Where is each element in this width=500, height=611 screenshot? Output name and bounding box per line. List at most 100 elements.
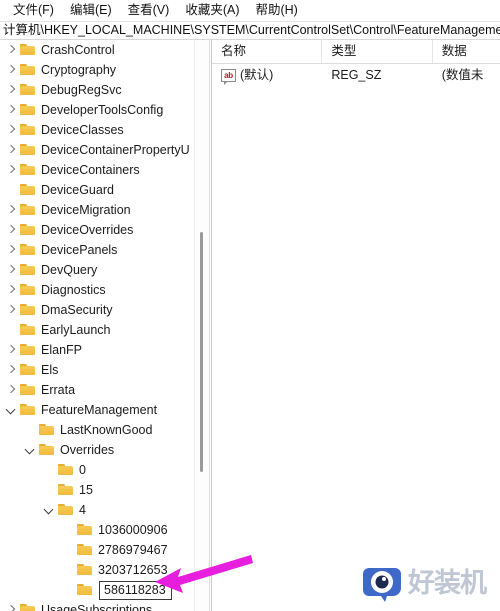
registry-tree[interactable]: CrashControl Cryptography DebugRegSvc Devel… xyxy=(0,40,196,611)
tree-item-2786979467[interactable]: 2786979467 xyxy=(0,540,196,560)
registry-values-pane: 名称 类型 数据 ab (默认) REG_SZ (数值未 xyxy=(211,40,500,611)
chevron-right-icon[interactable] xyxy=(4,280,19,300)
folder-icon xyxy=(19,163,36,177)
menu-bar: 文件(F) 编辑(E) 查看(V) 收藏夹(A) 帮助(H) xyxy=(0,0,500,21)
tree-item-label: Els xyxy=(41,362,59,377)
folder-icon xyxy=(19,283,36,297)
registry-tree-pane: CrashControl Cryptography DebugRegSvc Devel… xyxy=(0,40,210,611)
tree-item-diagnostics[interactable]: Diagnostics xyxy=(0,280,196,300)
tree-item-devicecontainerpropertyu[interactable]: DeviceContainerPropertyU xyxy=(0,140,196,160)
menu-edit[interactable]: 编辑(E) xyxy=(63,1,119,20)
tree-item-label: Diagnostics xyxy=(41,282,106,297)
tree-item-label: LastKnownGood xyxy=(60,422,153,437)
chevron-right-icon[interactable] xyxy=(4,40,19,60)
tree-item-devicecontainers[interactable]: DeviceContainers xyxy=(0,160,196,180)
tree-item-featuremanagement[interactable]: FeatureManagement xyxy=(0,400,196,420)
table-row[interactable]: ab (默认) REG_SZ (数值未 xyxy=(212,64,500,86)
folder-icon xyxy=(19,323,36,337)
value-name-cell[interactable]: ab (默认) xyxy=(212,65,322,85)
chevron-right-icon[interactable] xyxy=(4,340,19,360)
tree-item-label: DebugRegSvc xyxy=(41,82,122,97)
tree-item-deviceoverrides[interactable]: DeviceOverrides xyxy=(0,220,196,240)
column-header-type[interactable]: 类型 xyxy=(322,40,433,63)
tree-item-3203712653[interactable]: 3203712653 xyxy=(0,560,196,580)
tree-item-4[interactable]: 4 xyxy=(0,500,196,520)
tree-item-devicemigration[interactable]: DeviceMigration xyxy=(0,200,196,220)
chevron-right-icon[interactable] xyxy=(4,360,19,380)
chevron-right-icon[interactable] xyxy=(4,120,19,140)
chevron-right-icon[interactable] xyxy=(4,300,19,320)
column-header-data[interactable]: 数据 xyxy=(433,40,500,63)
folder-icon xyxy=(19,223,36,237)
tree-vertical-scrollbar[interactable] xyxy=(194,40,208,611)
tree-item-earlylaunch[interactable]: EarlyLaunch xyxy=(0,320,196,340)
tree-item-1036000906[interactable]: 1036000906 xyxy=(0,520,196,540)
folder-icon xyxy=(19,143,36,157)
tree-item-dmasecurity[interactable]: DmaSecurity xyxy=(0,300,196,320)
tree-scrollbar-thumb[interactable] xyxy=(200,232,203,472)
folder-icon xyxy=(19,183,36,197)
tree-item-label: Overrides xyxy=(60,442,115,457)
chevron-right-icon[interactable] xyxy=(4,240,19,260)
chevron-right-icon[interactable] xyxy=(4,380,19,400)
values-column-headers: 名称 类型 数据 xyxy=(212,40,500,64)
tree-item-developertoolsconfig[interactable]: DeveloperToolsConfig xyxy=(0,100,196,120)
chevron-down-icon[interactable] xyxy=(4,400,19,420)
tree-item-overrides[interactable]: Overrides xyxy=(0,440,196,460)
menu-favorites[interactable]: 收藏夹(A) xyxy=(178,1,246,20)
tree-item-label: 2786979467 xyxy=(98,542,168,557)
chevron-right-icon[interactable] xyxy=(4,220,19,240)
folder-icon xyxy=(19,383,36,397)
chevron-right-icon[interactable] xyxy=(4,260,19,280)
address-bar[interactable]: 计算机\HKEY_LOCAL_MACHINE\SYSTEM\CurrentCon… xyxy=(0,21,500,40)
watermark-text: 好装机 xyxy=(408,568,487,599)
folder-icon xyxy=(19,63,36,77)
column-header-name[interactable]: 名称 xyxy=(212,40,323,63)
tree-item-debugregsvc[interactable]: DebugRegSvc xyxy=(0,80,196,100)
folder-icon xyxy=(76,563,93,577)
tree-item-label: DeviceGuard xyxy=(41,182,114,197)
chevron-right-icon[interactable] xyxy=(4,600,19,611)
folder-icon xyxy=(19,43,36,57)
tree-item-label: CrashControl xyxy=(41,42,115,57)
chevron-right-icon[interactable] xyxy=(4,100,19,120)
menu-view[interactable]: 查看(V) xyxy=(121,1,177,20)
tree-item-label: 4 xyxy=(79,502,86,517)
tree-item-usagesubscriptions[interactable]: UsageSubscriptions xyxy=(0,600,196,611)
menu-help[interactable]: 帮助(H) xyxy=(248,1,304,20)
chevron-right-icon[interactable] xyxy=(4,80,19,100)
tree-item-586118283[interactable]: 586118283 xyxy=(0,580,196,600)
tree-item-label: DeviceOverrides xyxy=(41,222,134,237)
tree-item-lastknowngood[interactable]: LastKnownGood xyxy=(0,420,196,440)
menu-file[interactable]: 文件(F) xyxy=(6,1,61,20)
tree-item-cryptography[interactable]: Cryptography xyxy=(0,60,196,80)
tree-item-15[interactable]: 15 xyxy=(0,480,196,500)
folder-icon xyxy=(19,303,36,317)
chevron-down-icon[interactable] xyxy=(23,440,38,460)
tree-item-els[interactable]: Els xyxy=(0,360,196,380)
tree-item-0[interactable]: 0 xyxy=(0,460,196,480)
tree-item-deviceguard[interactable]: DeviceGuard xyxy=(0,180,196,200)
chevron-right-icon[interactable] xyxy=(4,140,19,160)
address-path-text: 计算机\HKEY_LOCAL_MACHINE\SYSTEM\CurrentCon… xyxy=(3,23,500,37)
folder-icon xyxy=(38,423,55,437)
chevron-down-icon[interactable] xyxy=(42,500,57,520)
tree-item-errata[interactable]: Errata xyxy=(0,380,196,400)
tree-item-elanfp[interactable]: ElanFP xyxy=(0,340,196,360)
chevron-right-icon[interactable] xyxy=(4,60,19,80)
tree-item-crashcontrol[interactable]: CrashControl xyxy=(0,40,196,60)
tree-item-devicepanels[interactable]: DevicePanels xyxy=(0,240,196,260)
tree-item-label: UsageSubscriptions xyxy=(41,602,153,611)
tree-item-label: 1036000906 xyxy=(98,522,168,537)
tree-item-label: FeatureManagement xyxy=(41,402,158,417)
tree-item-deviceclasses[interactable]: DeviceClasses xyxy=(0,120,196,140)
tree-item-devquery[interactable]: DevQuery xyxy=(0,260,196,280)
chevron-right-icon[interactable] xyxy=(4,160,19,180)
chevron-right-icon[interactable] xyxy=(4,200,19,220)
registry-editor-window: 文件(F) 编辑(E) 查看(V) 收藏夹(A) 帮助(H) 计算机\HKEY_… xyxy=(0,0,500,611)
folder-icon xyxy=(57,483,74,497)
